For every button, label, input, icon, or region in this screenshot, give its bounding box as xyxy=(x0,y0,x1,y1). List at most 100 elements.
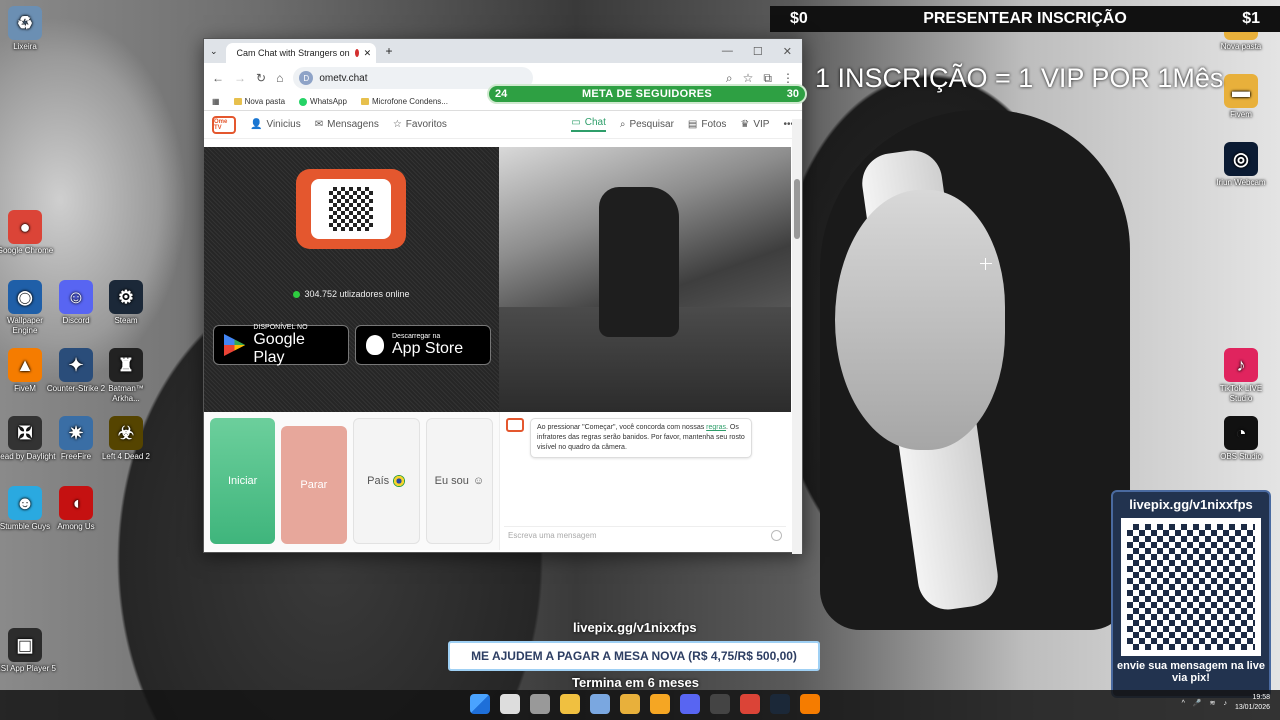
desktop-icon-left-13[interactable]: ▣ MSI App Player 5 xyxy=(0,628,56,674)
follower-goal-bar: 24 META DE SEGUIDORES 30 xyxy=(487,84,807,104)
shield-icon[interactable] xyxy=(560,694,580,714)
app-store-button[interactable]: Descarregar na App Store xyxy=(355,325,491,365)
bookmark-whatsapp[interactable]: WhatsApp xyxy=(299,97,347,106)
forward-icon[interactable]: → xyxy=(234,71,246,85)
google-play-button[interactable]: DISPONÍVEL NO Google Play xyxy=(213,324,349,366)
chat-placeholder: Escreva uma mensagem xyxy=(508,531,597,540)
desktop-icon-right-2[interactable]: ◎ Iriun Webcam xyxy=(1210,142,1272,188)
minimize-icon[interactable]: — xyxy=(722,45,733,58)
fl-studio-icon[interactable] xyxy=(650,694,670,714)
nav-vip-label: VIP xyxy=(753,119,770,130)
search-icon[interactable] xyxy=(500,694,520,714)
back-icon[interactable]: ← xyxy=(212,71,224,85)
chat-controls: Iniciar Parar País Eu sou ☺ xyxy=(204,412,499,550)
steam-icon[interactable] xyxy=(770,694,790,714)
desktop-icon-left-1[interactable]: ● Google Chrome xyxy=(0,210,56,256)
settings-icon[interactable] xyxy=(590,694,610,714)
star-icon[interactable]: ☆ xyxy=(743,71,754,85)
desktop-icon-left-0[interactable]: ♻ Lixeira xyxy=(0,6,56,52)
dead-by-daylight-icon: ✠ xyxy=(8,416,42,450)
stop-button[interactable]: Parar xyxy=(281,426,347,544)
left4dead-icon: ☣ xyxy=(109,416,143,450)
windows-start-icon[interactable] xyxy=(470,694,490,714)
google-play-big: Google Play xyxy=(253,330,305,366)
site-info-icon[interactable]: D xyxy=(299,71,314,85)
chat-input[interactable]: Escreva uma mensagem xyxy=(504,526,786,544)
scrollbar-thumb[interactable] xyxy=(794,179,800,239)
left-amount: $0 xyxy=(790,10,808,27)
rules-link[interactable]: regras xyxy=(706,424,726,431)
close-window-icon[interactable]: ✕ xyxy=(783,45,792,58)
livepix-qr-code xyxy=(1121,518,1261,656)
ometv-mini-logo xyxy=(506,418,524,432)
desktop-icon-label: Steam xyxy=(114,316,138,325)
google-play-icon xyxy=(224,334,246,356)
desktop-icon-label: Lixeira xyxy=(13,42,37,51)
wifi-icon[interactable]: ≋ xyxy=(1210,699,1216,707)
gender-label: Eu sou xyxy=(434,475,469,487)
obs-icon[interactable] xyxy=(710,694,730,714)
obs-studio-icon: ◔ xyxy=(1224,416,1258,450)
desktop-icon-left-10[interactable]: ☣ Left 4 Dead 2 xyxy=(95,416,157,462)
my-camera-pane xyxy=(499,147,791,412)
ometv-tv-logo xyxy=(296,169,406,249)
folder-icon: ▬ xyxy=(1224,74,1258,108)
ometv-logo[interactable]: Ome TV xyxy=(212,115,236,134)
desktop-icon-left-4[interactable]: ⚙ Steam xyxy=(95,280,157,326)
counter-strike-icon: ✦ xyxy=(59,348,93,382)
desktop-icon-right-4[interactable]: ◔ OBS Studio xyxy=(1210,416,1272,462)
taskbar: ^ 🎤 ≋ ♪ 19:58 13/01/2026 xyxy=(0,690,1280,720)
chevron-up-icon[interactable]: ^ xyxy=(1182,700,1185,707)
maximize-icon[interactable]: ☐ xyxy=(753,45,763,58)
face-emoji-icon: ☺ xyxy=(472,475,485,487)
bookmark-nova-pasta[interactable]: Nova pasta xyxy=(233,97,285,106)
gender-button[interactable]: Eu sou ☺ xyxy=(425,418,493,544)
reload-icon[interactable]: ↻ xyxy=(256,71,266,85)
nav-user[interactable]: 👤 Vinicius xyxy=(250,119,301,130)
country-button[interactable]: País xyxy=(352,418,420,544)
task-view-icon[interactable] xyxy=(530,694,550,714)
browser-tab[interactable]: Cam Chat with Strangers on ✕ xyxy=(225,43,376,63)
nav-chat[interactable]: ▭ Chat xyxy=(571,117,606,132)
desktop-icon-left-7[interactable]: ♜ Batman™ Arkha... xyxy=(95,348,157,404)
bookmark-microfone[interactable]: Microfone Condens... xyxy=(360,97,448,106)
clock-date: 13/01/2026 xyxy=(1234,704,1270,711)
new-tab-icon[interactable]: + xyxy=(386,44,393,58)
livepix-card-title: livepix.gg/v1nixxfps xyxy=(1129,497,1253,512)
menu-icon[interactable]: ⋮ xyxy=(782,71,794,85)
chrome-icon[interactable] xyxy=(740,694,760,714)
livepix-link: livepix.gg/v1nixxfps xyxy=(573,620,697,635)
desktop-icon-left-12[interactable]: ◖ Among Us xyxy=(45,486,107,532)
online-dot-icon xyxy=(293,291,301,299)
clock-time: 19:58 xyxy=(1252,694,1270,701)
page-scrollbar[interactable] xyxy=(792,119,802,554)
tab-title: Cam Chat with Strangers on xyxy=(236,48,350,58)
tab-list-icon[interactable]: ⌄ xyxy=(210,46,218,57)
nav-messages[interactable]: ✉ Mensagens xyxy=(315,119,379,130)
nav-vip[interactable]: ♛ VIP xyxy=(740,117,769,132)
nav-photos[interactable]: ▤ Fotos xyxy=(688,117,726,132)
start-button[interactable]: Iniciar xyxy=(210,418,276,544)
nav-search-label: Pesquisar xyxy=(629,119,674,130)
apps-icon[interactable]: ▦ xyxy=(212,97,220,106)
close-tab-icon[interactable]: ✕ xyxy=(364,48,372,59)
mouse-cursor xyxy=(980,258,992,270)
microphone-icon[interactable]: 🎤 xyxy=(1193,699,1202,707)
discord-icon[interactable] xyxy=(680,694,700,714)
home-icon[interactable]: ⌂ xyxy=(276,71,283,85)
clock[interactable]: 19:58 13/01/2026 xyxy=(1235,693,1270,713)
notice-text-start: Ao pressionar "Começar", você concorda c… xyxy=(537,424,705,431)
emoji-icon[interactable] xyxy=(771,530,782,541)
nav-favorites[interactable]: ☆ Favoritos xyxy=(393,119,447,130)
donation-goal-bar: ME AJUDEM A PAGAR A MESA NOVA (R$ 4,75/R… xyxy=(448,641,820,671)
wallpaper-face xyxy=(835,190,1005,450)
country-label: País xyxy=(367,475,390,487)
among-us-icon: ◖ xyxy=(59,486,93,520)
qr-screen xyxy=(311,179,391,239)
desktop-icon-right-3[interactable]: ♪ TikTok LIVE Studio xyxy=(1210,348,1272,404)
donation-ends-in: Termina em 6 meses xyxy=(572,675,699,690)
fivem-icon[interactable] xyxy=(800,694,820,714)
volume-icon[interactable]: ♪ xyxy=(1223,700,1227,707)
nav-search[interactable]: ⌕ Pesquisar xyxy=(620,117,674,132)
file-explorer-icon[interactable] xyxy=(620,694,640,714)
